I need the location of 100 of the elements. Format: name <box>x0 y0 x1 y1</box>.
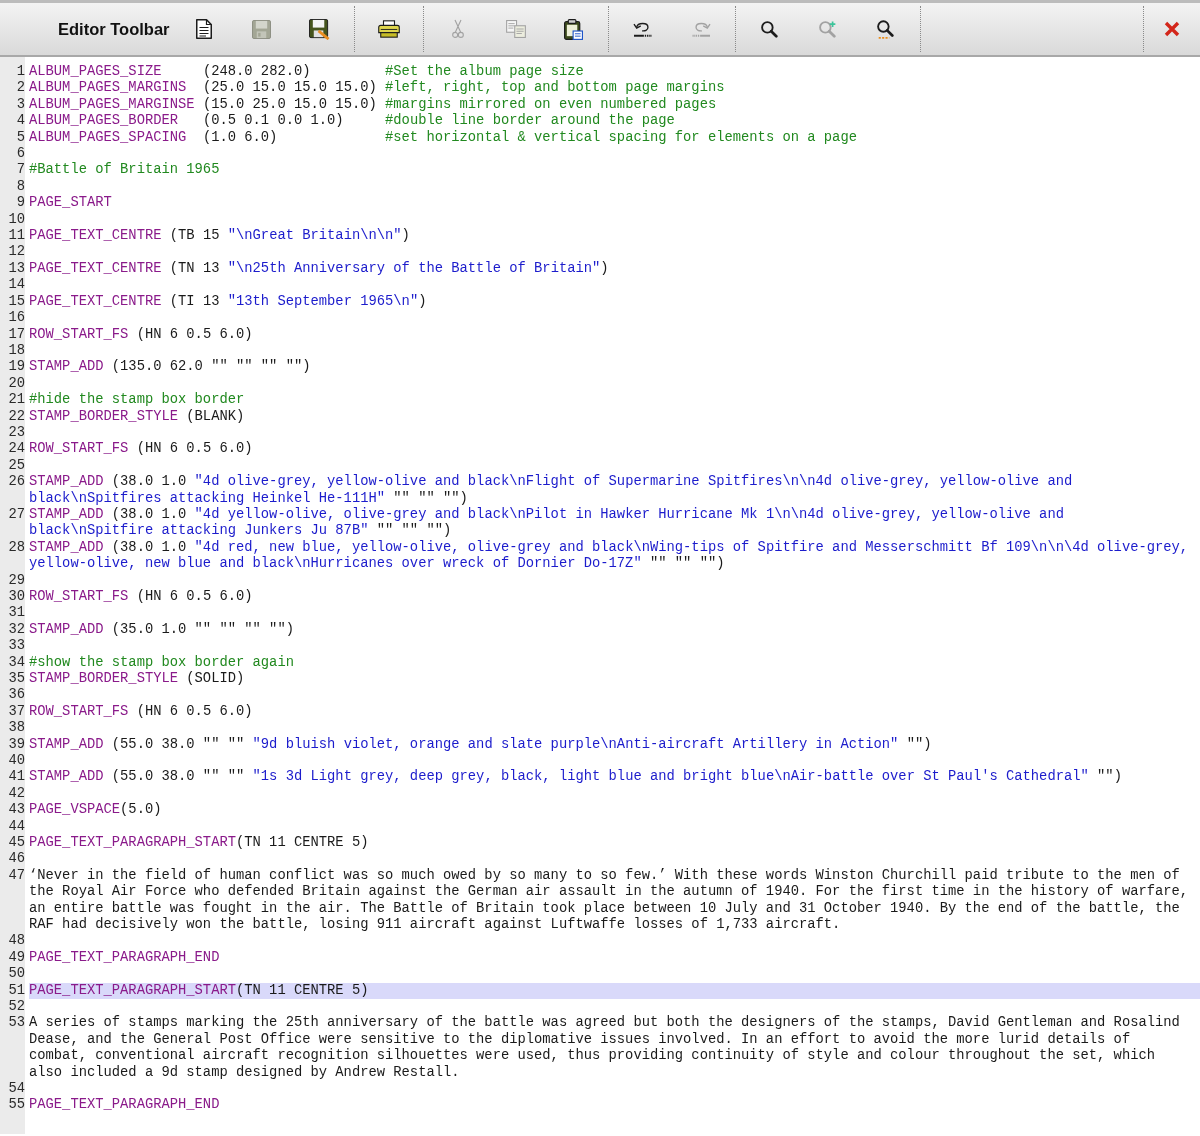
code-text: (BLANK) <box>186 408 245 424</box>
code-text: (248.0 282.0) <box>202 64 311 79</box>
code-text: ) <box>600 260 609 276</box>
line-number: 34 <box>8 654 25 670</box>
command-keyword: ALBUM_PAGES_SIZE <box>29 64 162 79</box>
code-text: (35.0 1.0 "" "" "" "") <box>111 621 294 637</box>
code-text: "" "" "") <box>649 556 725 572</box>
command-keyword: PAGE_TEXT_CENTRE <box>29 228 162 244</box>
line-number: 16 <box>8 310 25 326</box>
line-number: 35 <box>8 670 25 686</box>
string-literal: "4d red, new blue, yellow-olive, olive-grey and black\nWing-tips of Spitfire and Messerschmitt Bf 109\n\n\4d olive-grey, <box>194 539 1189 555</box>
line-number: 36 <box>8 687 25 703</box>
line-number: 50 <box>8 966 25 982</box>
line-number: 20 <box>8 375 25 391</box>
code-comment: #Set the album page size <box>385 64 584 79</box>
line-number: 37 <box>8 703 25 719</box>
command-keyword: STAMP_BORDER_STYLE <box>29 408 179 424</box>
code-text: (38.0 1.0 <box>111 506 187 522</box>
code-text: (135.0 62.0 "" "" "" "") <box>111 359 311 375</box>
code-text: (TI 13 <box>169 293 220 309</box>
line-number: 54 <box>8 1080 25 1096</box>
code-comment: #margins mirrored on even numbered pages <box>385 96 717 112</box>
line-number: 4 <box>16 113 25 129</box>
line-number: 46 <box>8 851 25 867</box>
line-number: 49 <box>8 949 25 965</box>
line-number: 45 <box>8 835 25 850</box>
command-keyword: STAMP_ADD <box>29 506 104 522</box>
code-comment: #left, right, top and bottom page margins <box>385 80 725 96</box>
line-number: 53 <box>8 1015 25 1031</box>
line-number: 38 <box>8 720 25 736</box>
code-text: (0.5 0.1 0.0 1.0) <box>202 113 344 129</box>
command-keyword: STAMP_ADD <box>29 736 104 752</box>
line-number: 25 <box>8 457 25 473</box>
command-keyword: ROW_START_FS <box>29 326 129 342</box>
command-keyword: ROW_START_FS <box>29 703 129 719</box>
string-literal: yellow-olive, new blue and black\nHurricanes over wreck of Dornier Do-17Z" <box>29 556 642 572</box>
code-text: (HN 6 0.5 6.0) <box>136 441 253 457</box>
code-text: "" "" "") <box>376 523 452 539</box>
code-text: (HN 6 0.5 6.0) <box>136 326 253 342</box>
command-keyword: STAMP_ADD <box>29 474 104 490</box>
code-text: ) <box>418 293 427 309</box>
line-number: 44 <box>8 818 25 834</box>
string-literal: "1s 3d Light grey, deep grey, black, light blue and bright blue\nAir-battle over St Paul's Cathedral" <box>252 769 1089 785</box>
code-text: (TN 11 CENTRE 5) <box>236 835 369 850</box>
code-text: (38.0 1.0 <box>111 474 187 490</box>
line-number: 43 <box>8 802 25 818</box>
code-text: (TN 13 <box>169 260 220 276</box>
code-text: "" "" "") <box>393 490 468 506</box>
line-number: 39 <box>8 736 25 752</box>
command-keyword: STAMP_ADD <box>29 769 104 785</box>
command-keyword: STAMP_ADD <box>29 539 104 555</box>
paragraph-text: combat, conventional aircraft recognition silhouettes were used, thus providing continuity of style and colour throughout the set, which <box>29 1048 1155 1064</box>
code-text: (SOLID) <box>186 670 245 686</box>
line-number: 15 <box>8 293 25 309</box>
line-number: 27 <box>8 506 25 522</box>
line-number: 26 <box>8 474 25 490</box>
line-number: 55 <box>8 1097 25 1113</box>
line-number: 28 <box>8 539 25 555</box>
code-text: (TN 11 CENTRE 5) <box>236 982 369 998</box>
code-text: (55.0 38.0 "" "" <box>111 736 245 752</box>
line-number: 51 <box>8 982 25 998</box>
command-keyword: ROW_START_FS <box>29 588 129 604</box>
string-literal: black\nSpitfires attacking Heinkel He-111H" <box>29 490 386 506</box>
code-text: (38.0 1.0 <box>111 539 187 555</box>
code-comment: #Battle of Britain 1965 <box>29 162 220 178</box>
line-number: 41 <box>8 769 25 785</box>
paragraph-text: the Royal Air Force who defended Britain against the German air assault in the autumn of 1940. For the first time in the history of warfare, <box>29 884 1189 900</box>
code-text: (TB 15 <box>169 228 220 244</box>
line-number: 19 <box>8 359 25 375</box>
line-number: 9 <box>16 195 25 211</box>
line-number: 13 <box>8 260 25 276</box>
paragraph-text: ‘Never in the field of human conflict was so much owed by so many to so few.’ With these words Winston Churchill paid tribute to the men of <box>29 867 1180 883</box>
paragraph-text: Dease, and the General Post Office were sensitive to the diplomative issues involved. In an effort to avoid the more lurid details of <box>29 1031 1131 1047</box>
line-number: 17 <box>8 326 25 342</box>
code-text: (HN 6 0.5 6.0) <box>136 588 253 604</box>
command-keyword: PAGE_TEXT_PARAGRAPH_START <box>29 835 236 850</box>
command-keyword: ALBUM_PAGES_BORDER <box>29 113 179 129</box>
command-keyword: PAGE_START <box>29 195 112 211</box>
line-number: 42 <box>8 785 25 801</box>
toolbar-title: Editor Toolbar <box>58 19 170 39</box>
command-keyword: ALBUM_PAGES_MARGINS <box>29 80 187 96</box>
code-text: ) <box>401 228 410 244</box>
command-keyword: PAGE_TEXT_PARAGRAPH_END <box>29 949 220 965</box>
paragraph-text: also included a 9d stamp designed by Andrew Restall. <box>29 1064 460 1080</box>
code-text: (25.0 15.0 15.0 15.0) <box>202 80 377 96</box>
line-number: 29 <box>8 572 25 588</box>
line-number: 3 <box>16 96 25 112</box>
line-number: 8 <box>16 178 25 194</box>
line-number: 52 <box>8 999 25 1014</box>
command-keyword: STAMP_ADD <box>29 621 104 637</box>
string-literal: "4d olive-grey, yellow-olive and black\nFlight of Supermarine Spitfires\n\n4d olive-grey, yellow-olive and <box>194 474 1073 490</box>
command-keyword: ROW_START_FS <box>29 441 129 457</box>
string-literal: "9d bluish violet, orange and slate purple\nAnti-aircraft Artillery in Action" <box>252 736 899 752</box>
code-text: "") <box>906 736 932 752</box>
line-number: 2 <box>16 80 25 96</box>
line-number: 30 <box>8 588 25 604</box>
line-number: 32 <box>8 621 25 637</box>
line-number: 21 <box>8 392 25 408</box>
command-keyword: ALBUM_PAGES_MARGINSE <box>29 96 195 112</box>
command-keyword: PAGE_TEXT_PARAGRAPH_START <box>29 982 236 998</box>
